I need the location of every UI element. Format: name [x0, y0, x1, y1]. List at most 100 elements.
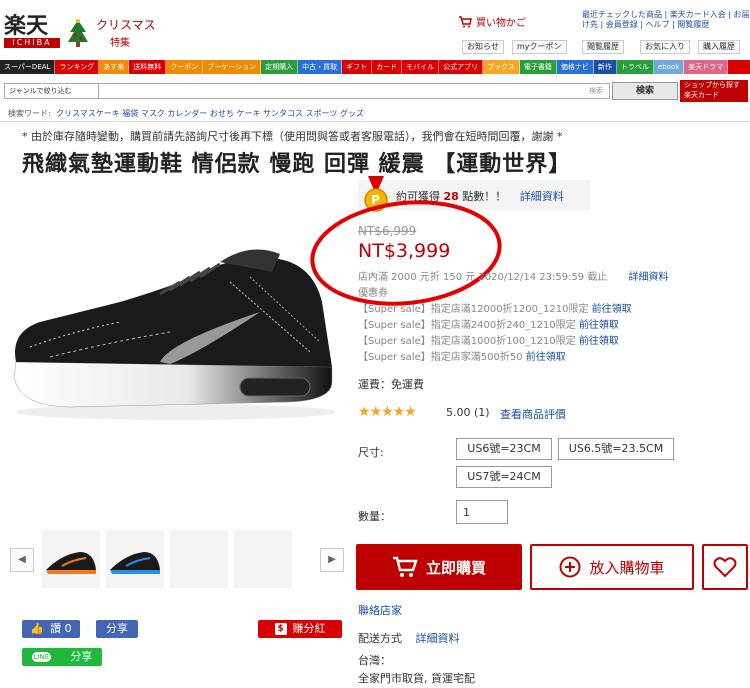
shop-search-button[interactable]: ショップから探す 楽天カード [680, 80, 748, 102]
category-nav: スーパーDEAL ランキング あす楽 送料無料 クーポン ブーケーション 定期購… [0, 60, 750, 74]
claim-coupon-link[interactable]: 前往領取 [526, 352, 566, 363]
coupon-item: 【Super sale】指定店滿12000折1200_1210限定 前往領取 [358, 302, 669, 318]
view-reviews-link[interactable]: 查看商品評價 [500, 406, 566, 422]
coupon-item: 【Super sale】指定店滿1000折100_1210限定 前往領取 [358, 334, 669, 350]
divider [0, 121, 750, 122]
delivery-details-link[interactable]: 詳細資料 [416, 632, 460, 645]
coupon-text: 【Super sale】指定店家滿500折50 [358, 352, 523, 363]
coupon-list: 店內滿 2000 元折 150 元 2020/12/14 23:59:59 截止… [358, 270, 669, 366]
delivery-methods: 全家門市取貨, 貨運宅配 [358, 672, 475, 685]
claim-coupon-link[interactable]: 前往領取 [579, 336, 619, 347]
orange-sneaker-thumb [46, 552, 96, 574]
dollar-icon: $ [274, 623, 287, 635]
cart-link[interactable]: 買い物かご [458, 14, 526, 29]
delivery-region: 台灣： [358, 654, 391, 667]
nav-item[interactable]: 送料無料 [129, 60, 167, 74]
xmas-banner-sub[interactable]: 特集 [110, 34, 130, 49]
xmas-banner-title[interactable]: クリスマス [96, 18, 156, 32]
heart-icon [713, 557, 737, 578]
sneaker-image [13, 249, 336, 420]
search-button[interactable]: 検索 [612, 82, 678, 100]
nav-item[interactable]: トラベル [616, 60, 654, 74]
earn-commission-button[interactable]: $ 賺分紅 [258, 620, 342, 638]
nav-item[interactable]: ブーケーション [203, 60, 262, 74]
nav-item[interactable]: 電子書籍 [519, 60, 557, 74]
thumbnail-orange[interactable] [42, 530, 100, 588]
my-coupon-button[interactable]: myクーポン [512, 40, 567, 54]
delivery-info: 配送方式 詳細資料 [358, 630, 460, 646]
genre-select[interactable]: ジャンルで絞り込む [4, 83, 100, 99]
plus-circle-icon [559, 556, 581, 578]
nav-item[interactable]: 価格ナビ [556, 60, 594, 74]
claim-coupon-link[interactable]: 前往領取 [592, 304, 632, 315]
cart-label: 買い物かご [476, 18, 526, 29]
quantity-label: 數量： [358, 510, 391, 523]
points-details-link[interactable]: 詳細資料 [520, 190, 564, 203]
notification-button[interactable]: お知らせ [462, 40, 504, 54]
contact-store-link[interactable]: 聯絡店家 [358, 602, 402, 618]
nav-item[interactable]: 中古・買取 [298, 60, 343, 74]
keyword-links[interactable]: クリスマスケーキ 福袋 マスク カレンダー おせち ケーキ サンタコス スポーツ… [56, 108, 364, 119]
thumbnail-blue[interactable] [106, 530, 164, 588]
thumbnail-empty[interactable] [234, 530, 292, 588]
nav-item[interactable]: カード [372, 60, 403, 74]
line-share-label: 分享 [70, 650, 93, 663]
rating-stars-icon: ★★★★★ [358, 404, 417, 420]
coupon-item: 【Super sale】指定店家滿500折50 前往領取 [358, 350, 669, 366]
add-to-cart-button[interactable]: 放入購物車 [530, 544, 694, 590]
coupon-summary: 店內滿 2000 元折 150 元 2020/12/14 23:59:59 截止… [358, 270, 669, 286]
search-input[interactable]: 検索 [98, 83, 610, 99]
facebook-like-button[interactable]: 👍 讚 0 [22, 620, 80, 638]
browse-history-button[interactable]: 閲覧履歴 [582, 40, 624, 54]
line-share-button[interactable]: LINE 分享 [22, 648, 102, 666]
thumbnail-empty[interactable] [170, 530, 228, 588]
thumb-prev-button[interactable]: ◀ [10, 548, 34, 572]
facebook-share-button[interactable]: 分享 [96, 620, 138, 638]
nav-item[interactable]: ブックス [483, 60, 520, 74]
nav-item[interactable]: 新作 [593, 60, 617, 74]
nav-item[interactable]: 定期購入 [261, 60, 299, 74]
nav-item[interactable]: ギフト [342, 60, 373, 74]
thumbs-up-icon: 👍 [30, 622, 45, 635]
quantity-input[interactable]: 1 [456, 500, 508, 524]
coupon-details-link[interactable]: 詳細資料 [629, 272, 669, 283]
product-image[interactable] [10, 182, 342, 508]
cart-icon [392, 556, 418, 577]
logo-main: 楽天 [4, 14, 60, 38]
top-links[interactable]: 最近チェックした商品 | 楽天カード入会 | お届け先 | 会員登録 | ヘルプ… [582, 10, 750, 30]
line-icon: LINE [31, 652, 52, 662]
favorites-button[interactable]: お気に入り [640, 40, 690, 54]
purchase-history-button[interactable]: 購入履歴 [698, 40, 740, 54]
rating-value: 5.00 (1) [446, 406, 490, 419]
nav-item[interactable]: 公式アプリ [439, 60, 484, 74]
nav-item[interactable]: あす楽 [99, 60, 130, 74]
nav-item[interactable]: ebook [653, 60, 685, 74]
rakuten-logo[interactable]: 楽天 ICHIBA [4, 14, 60, 54]
buy-now-button[interactable]: 立即購買 [356, 544, 522, 590]
search-placeholder: 検索 [589, 87, 603, 95]
shipping-fee: 運費：免運費 [358, 378, 424, 391]
christmas-tree-icon [66, 18, 90, 48]
claim-coupon-link[interactable]: 前往領取 [579, 320, 619, 331]
like-label: 讚 0 [50, 622, 72, 635]
stock-notice: * 由於庫存隨時變動，購買前請先諮詢尺寸後再下標（使用問與答或者客服電話），我們… [22, 130, 563, 143]
size-option[interactable]: US6.5號=23.5CM [558, 438, 674, 460]
size-option[interactable]: US7號=24CM [456, 466, 552, 488]
nav-item[interactable]: スーパーDEAL [0, 60, 56, 74]
logo-sub: ICHIBA [4, 38, 60, 48]
thumb-next-button[interactable]: ▶ [320, 548, 344, 572]
coupon-text: 【Super sale】指定店滿1000折100_1210限定 [358, 336, 576, 347]
nav-item[interactable]: 楽天ドラマ [684, 60, 729, 74]
nav-item[interactable]: モバイル [402, 60, 440, 74]
cart-icon [459, 15, 472, 27]
delivery-label: 配送方式 [358, 632, 402, 645]
nav-item[interactable]: ランキング [55, 60, 100, 74]
keywords-label: 検索ワード: [8, 109, 51, 118]
size-option[interactable]: US6號=23CM [456, 438, 552, 460]
blue-sneaker-thumb [110, 552, 160, 574]
coupon-label: 優惠券 [358, 288, 388, 299]
buy-now-label: 立即購買 [425, 558, 486, 577]
nav-item[interactable]: クーポン [166, 60, 204, 74]
earn-label: 賺分紅 [292, 622, 326, 635]
favorite-button[interactable] [702, 544, 748, 590]
